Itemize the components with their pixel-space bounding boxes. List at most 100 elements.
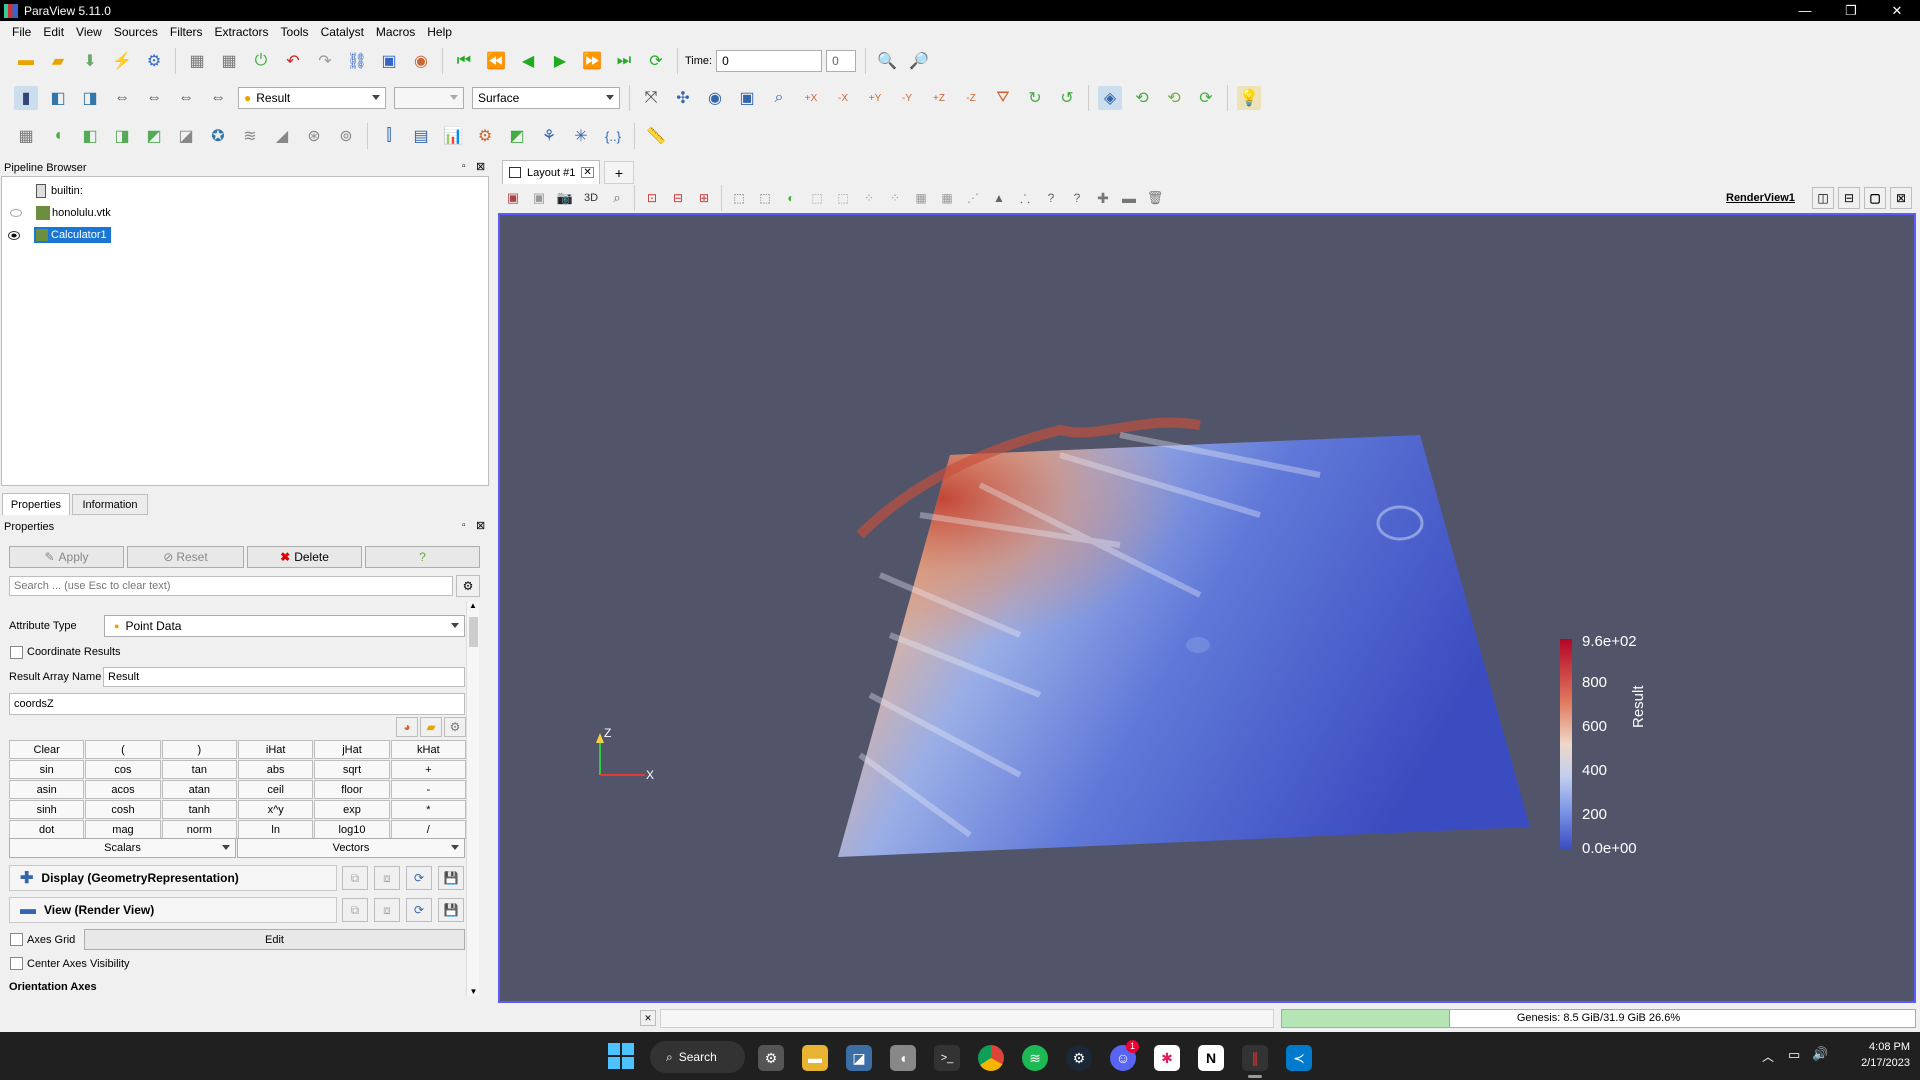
calc-button[interactable]: atan bbox=[161, 780, 237, 799]
plot-selection-icon[interactable]: ⚘ bbox=[537, 124, 561, 148]
calc-button[interactable]: asin bbox=[9, 780, 85, 799]
calc-button[interactable]: / bbox=[390, 820, 466, 839]
pick-icon[interactable]: ▣ bbox=[377, 49, 401, 73]
copy-screenshot-icon[interactable]: ▣ bbox=[529, 186, 549, 210]
contour-icon[interactable]: ◖ bbox=[46, 124, 70, 148]
properties-float-icon[interactable]: ▫ bbox=[462, 520, 466, 531]
reset-session-icon[interactable]: ⏻ bbox=[249, 49, 273, 73]
calc-button[interactable]: + bbox=[390, 760, 466, 779]
ruler-icon[interactable]: 📏 bbox=[644, 124, 668, 148]
memory-inspector[interactable]: Genesis: 8.5 GiB/31.9 GiB 26.6% bbox=[1281, 1009, 1916, 1028]
reverse-play-icon[interactable]: ◀ bbox=[516, 49, 540, 73]
light-kit-icon[interactable]: 💡 bbox=[1237, 86, 1261, 110]
calc-button[interactable]: Clear bbox=[9, 740, 85, 759]
layout-tab-close-icon[interactable]: ✕ bbox=[581, 167, 594, 178]
calc-button[interactable]: sin bbox=[9, 760, 85, 779]
group-datasets-icon[interactable]: ⊛ bbox=[302, 124, 326, 148]
glyph-icon[interactable]: ✪ bbox=[206, 124, 230, 148]
loop-icon[interactable]: ⟳ bbox=[644, 49, 668, 73]
color-legend[interactable]: 9.6e+02 800 600 400 200 0.0e+00 Result bbox=[1558, 633, 1668, 857]
zoom-to-box-icon[interactable]: ▣ bbox=[735, 86, 759, 110]
split-vertical-icon[interactable]: ⊟ bbox=[1838, 187, 1860, 209]
zoom-data-icon[interactable]: 🔎 bbox=[907, 49, 931, 73]
calc-button[interactable]: dot bbox=[9, 820, 85, 839]
rescale-temporal-range-icon[interactable]: ⇔ bbox=[174, 86, 198, 110]
calc-button[interactable]: cosh bbox=[85, 800, 161, 819]
chrome-icon[interactable] bbox=[978, 1045, 1004, 1071]
menu-catalyst[interactable]: Catalyst bbox=[315, 25, 370, 39]
slack-icon[interactable]: ✱ bbox=[1154, 1045, 1180, 1071]
slice-icon[interactable]: ◨ bbox=[110, 124, 134, 148]
zoom-closest-icon[interactable]: 🔍 bbox=[875, 49, 899, 73]
reset-button[interactable]: ⊘ Reset bbox=[127, 546, 244, 568]
time-index-spinbox[interactable]: 0 bbox=[826, 50, 857, 72]
rescale-custom-range-icon[interactable]: ⇔ bbox=[142, 86, 166, 110]
pipeline-item-calculator1[interactable]: Calculator1 bbox=[8, 225, 111, 245]
calc-button[interactable]: cos bbox=[85, 760, 161, 779]
view-plus-x-icon[interactable]: +X bbox=[799, 86, 823, 110]
render-view-name[interactable]: RenderView1 bbox=[1726, 192, 1795, 204]
expression-settings-icon[interactable]: ⚙ bbox=[444, 717, 466, 737]
pipeline-item-honolulu[interactable]: honolulu.vtk bbox=[10, 203, 111, 223]
display-save-icon[interactable]: 💾 bbox=[438, 866, 464, 890]
expression-history-icon[interactable]: ◕ bbox=[396, 717, 418, 737]
volume-icon[interactable]: 🔊 bbox=[1812, 1046, 1828, 1062]
photos-app-icon[interactable]: ◪ bbox=[846, 1045, 872, 1071]
interactive-select-cells-icon[interactable]: ⬚ bbox=[807, 186, 827, 210]
first-frame-icon[interactable]: ⏮ bbox=[452, 49, 476, 73]
zoom-to-data-icon[interactable]: ◉ bbox=[703, 86, 727, 110]
display-reload-icon[interactable]: ⟳ bbox=[406, 866, 432, 890]
extract-subset-icon[interactable]: ◪ bbox=[174, 124, 198, 148]
select-blocks-icon[interactable]: ◐ bbox=[781, 186, 801, 210]
rescale-data-range-icon[interactable]: ⇔ bbox=[110, 86, 134, 110]
warp-vector-icon[interactable]: ◢ bbox=[270, 124, 294, 148]
reset-camera-icon[interactable]: ⤧ bbox=[639, 86, 663, 110]
menu-help[interactable]: Help bbox=[421, 25, 458, 39]
properties-scrollbar[interactable]: ▲ ▼ bbox=[466, 601, 479, 996]
view-save-icon[interactable]: 💾 bbox=[438, 898, 464, 922]
show-point-labels-icon[interactable]: ▲ bbox=[989, 186, 1009, 210]
vectors-select[interactable]: Vectors bbox=[237, 838, 465, 858]
coordinate-results-checkbox[interactable] bbox=[10, 646, 23, 659]
view-plus-y-icon[interactable]: +Y bbox=[863, 86, 887, 110]
component-select[interactable] bbox=[394, 87, 464, 109]
select-cells-through-icon[interactable]: ⊞ bbox=[694, 186, 714, 210]
interactive-select-points-icon[interactable]: ⬚ bbox=[833, 186, 853, 210]
paraview-app-icon[interactable]: ∥ bbox=[1242, 1045, 1268, 1071]
plot-over-time-icon[interactable]: ◩ bbox=[505, 124, 529, 148]
steam-icon[interactable]: ⚙ bbox=[1066, 1045, 1092, 1071]
vscode-icon[interactable]: ≺ bbox=[1286, 1045, 1312, 1071]
play-icon[interactable]: ▶ bbox=[548, 49, 572, 73]
clip-icon[interactable]: ◧ bbox=[78, 124, 102, 148]
advanced-settings-icon[interactable]: ⚙ bbox=[456, 575, 480, 597]
rotate-plus-90-icon[interactable]: ↻ bbox=[1023, 86, 1047, 110]
interactive-select-icon[interactable]: ◈ bbox=[1098, 86, 1122, 110]
open-folder-icon[interactable]: ▰ bbox=[46, 49, 70, 73]
start-button[interactable] bbox=[608, 1043, 634, 1069]
taskbar-search[interactable]: ⌕ Search bbox=[650, 1041, 745, 1073]
python-calculator-icon[interactable]: {..} bbox=[601, 124, 625, 148]
calc-button[interactable]: sqrt bbox=[314, 760, 390, 779]
view-minus-x-icon[interactable]: -X bbox=[831, 86, 855, 110]
file-explorer-icon[interactable]: ▬ bbox=[802, 1045, 828, 1071]
view-plus-z-icon[interactable]: +Z bbox=[927, 86, 951, 110]
calc-button[interactable]: jHat bbox=[314, 740, 390, 759]
probe-location-icon[interactable]: ▤ bbox=[409, 124, 433, 148]
hover-cells-icon[interactable]: ⁘ bbox=[859, 186, 879, 210]
apply-button[interactable]: ✎ Apply bbox=[9, 546, 124, 568]
axes-grid-checkbox[interactable] bbox=[10, 933, 23, 946]
link-camera-icon[interactable]: ⟲ bbox=[1162, 86, 1186, 110]
calc-button[interactable]: ) bbox=[161, 740, 237, 759]
pipeline-close-icon[interactable]: ⊠ bbox=[476, 160, 485, 173]
find-data-icon[interactable]: ⛓ bbox=[345, 49, 369, 73]
calc-button[interactable]: sinh bbox=[9, 800, 85, 819]
representation-select[interactable]: Surface bbox=[472, 87, 620, 109]
terrain-render[interactable] bbox=[500, 215, 1914, 1001]
menu-sources[interactable]: Sources bbox=[108, 25, 164, 39]
calc-button[interactable]: abs bbox=[238, 760, 314, 779]
histogram-icon[interactable]: 📊 bbox=[441, 124, 465, 148]
view-reload-icon[interactable]: ⟳ bbox=[406, 898, 432, 922]
next-frame-icon[interactable]: ⏩ bbox=[580, 49, 604, 73]
show-cell-labels-icon[interactable]: ⋰ bbox=[963, 186, 983, 210]
calc-button[interactable]: - bbox=[390, 780, 466, 799]
